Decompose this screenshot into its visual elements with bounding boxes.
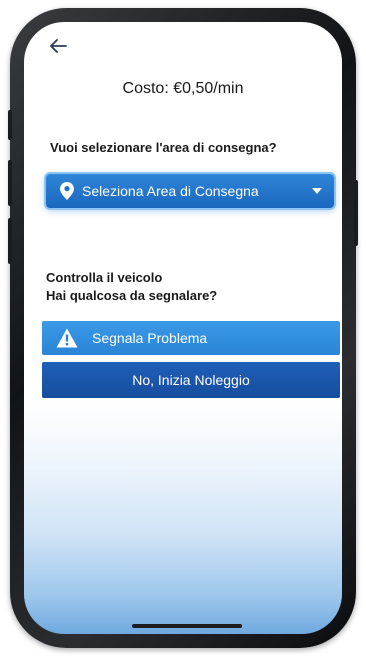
vehicle-check-title: Controlla il veicolo: [46, 270, 163, 285]
screenshot-stage: Costo: €0,50/min Vuoi selezionare l'area…: [0, 0, 366, 656]
report-problem-button-label: Segnala Problema: [92, 330, 208, 346]
vehicle-check-subtitle: Hai qualcosa da segnalare?: [46, 288, 218, 303]
phone-power-button: [354, 180, 358, 246]
chevron-down-icon: [312, 188, 322, 194]
delivery-area-select-label: Seleziona Area di Consegna: [82, 183, 259, 199]
home-indicator[interactable]: [132, 624, 242, 628]
app-screen: Costo: €0,50/min Vuoi selezionare l'area…: [24, 22, 342, 634]
start-rental-button-label: No, Inizia Noleggio: [132, 372, 250, 388]
warning-icon: [56, 328, 78, 348]
phone-volume-down-button: [8, 218, 12, 264]
delivery-area-select[interactable]: Seleziona Area di Consegna: [46, 174, 334, 208]
arrow-left-icon[interactable]: [46, 34, 70, 58]
phone-side-button: [8, 110, 12, 140]
price-label: Costo: €0,50/min: [122, 80, 244, 97]
map-pin-icon: [60, 182, 74, 200]
report-problem-button[interactable]: Segnala Problema: [42, 321, 340, 355]
delivery-area-question: Vuoi selezionare l'area di consegna?: [50, 140, 277, 155]
phone-volume-up-button: [8, 160, 12, 206]
start-rental-button[interactable]: No, Inizia Noleggio: [42, 362, 340, 398]
